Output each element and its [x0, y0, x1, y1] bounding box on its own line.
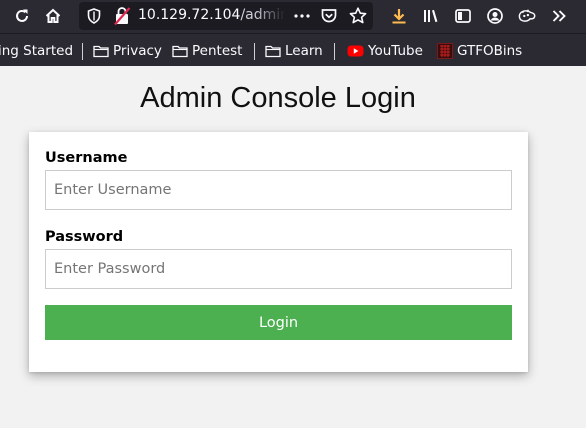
page-content: Admin Console Login Username Password Lo… — [0, 67, 586, 428]
bookmark-privacy[interactable]: Privacy — [93, 41, 162, 61]
bookmark-youtube[interactable]: YouTube — [347, 41, 423, 61]
gtfobins-icon — [437, 43, 453, 59]
bookmarks-toolbar: ing Started Privacy Pentest Learn YouTub… — [0, 33, 586, 66]
bookmark-separator — [254, 43, 255, 60]
url-host: 10.129.72.104 — [138, 7, 241, 23]
bookmark-label: ing Started — [0, 43, 74, 59]
shield-icon[interactable] — [85, 7, 103, 25]
insecure-lock-icon[interactable] — [113, 6, 131, 26]
pocket-icon[interactable] — [320, 7, 338, 25]
folder-icon — [265, 45, 281, 58]
extension-icon[interactable] — [515, 4, 539, 28]
url-bar[interactable]: 10.129.72.104/admin — [79, 2, 373, 30]
library-icon[interactable] — [419, 4, 443, 28]
folder-icon — [93, 45, 109, 58]
download-icon[interactable] — [387, 4, 411, 28]
home-icon[interactable] — [41, 4, 65, 28]
overflow-icon[interactable] — [547, 4, 571, 28]
page-title: Admin Console Login — [140, 82, 416, 114]
bookmark-label: Privacy — [113, 43, 162, 59]
browser-toolbar: 10.129.72.104/admin — [0, 0, 586, 33]
login-button[interactable]: Login — [45, 305, 512, 340]
url-text[interactable]: 10.129.72.104/admin — [138, 7, 285, 23]
reload-icon[interactable] — [10, 4, 34, 28]
youtube-icon — [347, 45, 364, 57]
bookmark-label: YouTube — [368, 43, 423, 59]
more-icon[interactable] — [293, 7, 311, 25]
bookmark-label: GTFOBins — [457, 43, 523, 59]
bookmark-label: Pentest — [192, 43, 243, 59]
account-icon[interactable] — [483, 4, 507, 28]
bookmark-getting-started[interactable]: ing Started — [0, 41, 73, 61]
username-label: Username — [45, 150, 128, 166]
bookmark-separator — [82, 43, 83, 60]
bookmark-learn[interactable]: Learn — [265, 41, 323, 61]
password-label: Password — [45, 229, 124, 245]
password-input[interactable] — [45, 249, 512, 289]
bookmark-label: Learn — [285, 43, 323, 59]
bookmark-gtfobins[interactable]: GTFOBins — [437, 41, 522, 61]
star-icon[interactable] — [348, 6, 368, 26]
login-form: Username Password Login — [29, 132, 528, 372]
url-path: /admin — [240, 7, 285, 23]
folder-icon — [172, 45, 188, 58]
username-input[interactable] — [45, 170, 512, 210]
bookmark-pentest[interactable]: Pentest — [172, 41, 242, 61]
bookmark-separator — [334, 43, 335, 60]
sidebar-icon[interactable] — [451, 4, 475, 28]
